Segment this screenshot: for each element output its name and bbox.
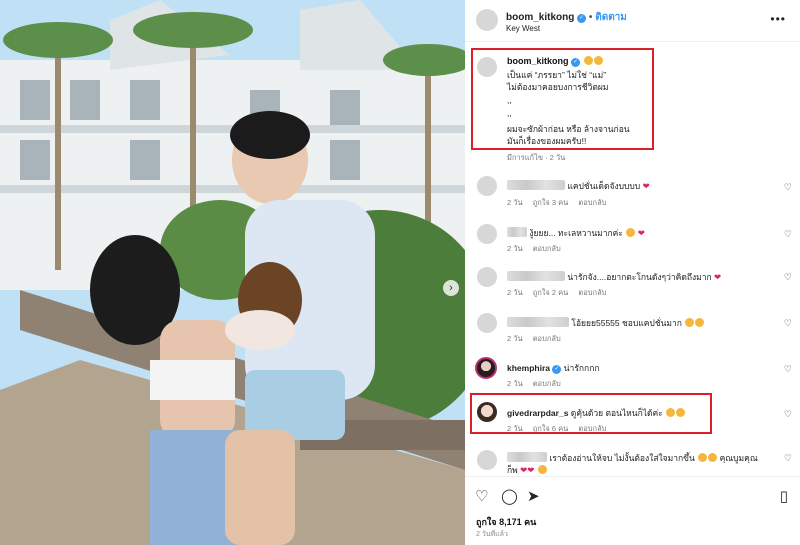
comment-icon[interactable]: ◯ [501,487,518,505]
comment-body: น่ารักจัง....อยากตะโกนดังๆว่าคิดถึงมาก ❤ [507,270,721,284]
like-comment-icon[interactable]: ♡ [784,364,792,375]
like-comment-icon[interactable]: ♡ [784,182,792,193]
commenter-avatar[interactable] [477,176,497,196]
comment-meta: 2 วัน ถูกใจ 3 คน ตอบกลับ [507,197,614,209]
like-comment-icon[interactable]: ♡ [784,272,792,283]
comment-text: แคปชั่นเด็ดจังบบบบ [567,181,641,191]
reply-button[interactable]: ตอบกลับ [533,379,561,388]
commenter-username[interactable]: khemphira [507,363,550,373]
comment-text: เราต้องอ่านให้จบ ไม่งั้นต้องใส่ใจมากขึ้น [549,453,695,463]
post-header: boom_kitkong ✓ • ติดตาม Key West ••• [465,0,800,42]
comment-text: น่ารักจัง....อยากตะโกนดังๆว่าคิดถึงมาก [567,272,712,282]
commenter-avatar[interactable] [475,357,497,379]
like-count[interactable]: ถูกใจ 8,171 คน [476,515,536,529]
post-photo[interactable]: › [0,0,465,545]
comment-meta: 2 วัน ตอบกลับ [507,243,569,255]
heart-outline-icon[interactable]: ♡ [475,487,488,505]
emoji-face-icon [626,228,636,237]
comment-time: 2 วัน [507,334,523,343]
post-age: 2 วันที่แล้ว [476,531,508,538]
comment-meta: 2 วัน ตอบกลับ [507,378,569,390]
commenter-avatar[interactable] [477,224,497,244]
caption-meta: มีการแก้ไข · 2 วัน [507,153,566,162]
comment-text-extra: คุณบูมคุณ [719,453,758,463]
like-comment-icon[interactable]: ♡ [784,229,792,240]
emoji-face-icon [695,318,705,327]
emoji-face-icon [698,453,708,462]
comment-body: โอ้ยยย55555 ชอบแคปชั่นมาก [507,316,705,330]
comment-body: งู้ยยย... ทะเลหวานมากค่ะ ❤ [507,226,645,240]
comment-likes[interactable]: ถูกใจ 3 คน [533,198,569,207]
commenter-avatar[interactable] [477,450,497,470]
comment-body: แคปชั่นเด็ดจังบบบบ ❤ [507,179,650,193]
comment-time: 2 วัน [507,198,523,207]
heart-emoji: ❤ [637,228,645,238]
blurred-username [507,271,565,281]
comment-text: ก็พ [507,465,518,475]
comment-body: khemphira ✓ น่ารักกกก [507,361,600,375]
like-comment-icon[interactable]: ♡ [784,409,792,420]
emoji-face-icon [708,453,718,462]
reply-button[interactable]: ตอบกลับ [578,198,606,207]
separator: • [588,12,593,23]
comment-highlight [470,393,712,434]
comment-time: 2 วัน [507,244,523,253]
next-photo-button[interactable]: › [443,280,459,296]
like-comment-icon[interactable]: ♡ [784,453,792,464]
reply-button[interactable]: ตอบกลับ [533,334,561,343]
comment-time: 2 วัน [507,288,523,297]
commenter-avatar[interactable] [477,313,497,333]
photo-illustration [0,0,465,545]
blurred-username [507,227,527,237]
post-actions: ♡ ◯ ➤ ▯ ถูกใจ 8,171 คน 2 วันที่แล้ว [465,476,800,545]
emoji-face-icon [537,465,547,474]
more-icon[interactable]: ••• [770,12,786,26]
blurred-username [507,317,569,327]
commenter-avatar[interactable] [477,267,497,287]
heart-emoji: ❤ [642,181,650,191]
caption-highlight [471,48,654,150]
follow-button[interactable]: ติดตาม [595,12,627,23]
verified-icon: ✓ [552,365,562,374]
comment-text: น่ารักกกก [563,363,600,373]
location-link[interactable]: Key West [506,24,540,33]
comment-meta: 2 วัน ตอบกลับ [507,333,569,345]
post-sidebar: boom_kitkong ✓ • ติดตาม Key West ••• boo… [465,0,800,545]
reply-button[interactable]: ตอบกลับ [578,288,606,297]
author-username[interactable]: boom_kitkong [506,12,574,23]
comment-likes[interactable]: ถูกใจ 2 คน [533,288,569,297]
comment-meta: 2 วัน ถูกใจ 2 คน ตอบกลับ [507,287,614,299]
reply-button[interactable]: ตอบกลับ [533,244,561,253]
blurred-username [507,452,547,462]
comment-text: โอ้ยยย55555 ชอบแคปชั่นมาก [571,318,682,328]
verified-icon: ✓ [577,14,587,23]
heart-emoji: ❤❤ [520,465,535,475]
heart-emoji: ❤ [714,272,722,282]
author-avatar[interactable] [476,9,498,31]
comment-time: 2 วัน [507,379,523,388]
comment-text: งู้ยยย... ทะเลหวานมากค่ะ [529,228,623,238]
share-icon[interactable]: ➤ [527,487,540,505]
blurred-username [507,180,565,190]
bookmark-icon[interactable]: ▯ [780,487,788,505]
author-line: boom_kitkong ✓ • ติดตาม [506,10,627,25]
emoji-face-icon [685,318,695,327]
like-comment-icon[interactable]: ♡ [784,318,792,329]
comment-body-cont: ก็พ ❤❤ [507,463,547,477]
